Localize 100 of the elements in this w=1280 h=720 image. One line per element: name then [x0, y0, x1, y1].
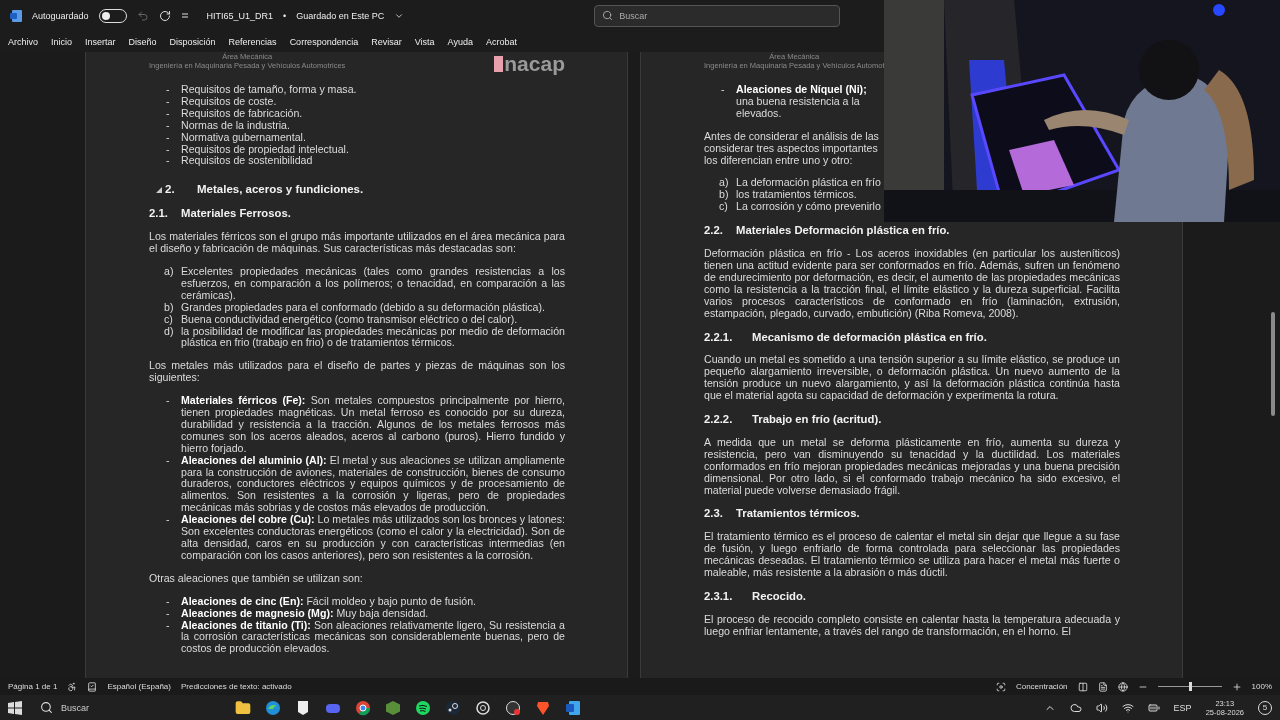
record-icon[interactable]	[505, 699, 521, 716]
list-item-text: Grandes propiedades para el conformado (debido a su deformación plástica).	[181, 301, 546, 314]
proofing-icon[interactable]	[87, 681, 98, 692]
list-marker: -	[165, 119, 171, 132]
list-marker: -	[165, 454, 171, 468]
list-item-text: Materiales férricos (Fe): Son metales compuestos principalmente por hierro, tienen propiedades magnéticas. Un metal ferroso es conocido por su dureza, durabilidad y resistencia a la tracción. Algunos de los metales ferrosos más comunes son los aceros aleados, aceros al carbono (puros). Hierro fundido y hierro forjado.	[181, 395, 565, 455]
cube-icon[interactable]	[385, 699, 401, 716]
list-marker: -	[165, 619, 171, 633]
search-icon[interactable]	[602, 10, 614, 21]
app-icon[interactable]	[10, 10, 22, 22]
focus-icon[interactable]	[995, 681, 1006, 692]
undo-icon[interactable]	[136, 10, 149, 22]
section-heading: 2.3.1. Recocido.	[704, 591, 806, 603]
text-predictions[interactable]: Predicciones de texto: activado	[180, 682, 292, 691]
globe-icon[interactable]	[355, 699, 371, 716]
list-item-text: Aleaciones del cobre (Cu): Lo metales más utilizados son los bronces y latones: Son excelentes conductoras energéticos (como el calor y la electricidad). Son de alta densidad, caros en su producción y con características intermedias (en comparación con los casos anteriores), pero son resistentes a la corrosión.	[181, 514, 565, 562]
paragraph: Otras aleaciones que también se utilizan son:	[149, 572, 364, 585]
volume-icon[interactable]	[1095, 701, 1108, 714]
list-marker: -	[165, 143, 171, 156]
list-marker: -	[165, 131, 171, 144]
list-marker: a)	[718, 177, 730, 190]
paragraph: El tratamiento térmico es el proceso de calentar el metal sin dejar que llegue a su fase de fusión, y luego enfriarlo de forma controlada para seleccionar las propiedades mecánicas deseadas. El tratamiento térmico se utiliza para hacer el metal más fuerte o maleable, más resistente a la abrasión o más dúctil.	[704, 531, 1120, 579]
list-marker: -	[720, 84, 726, 97]
list-marker: a)	[163, 265, 175, 279]
page-count[interactable]: Página 1 de 1	[8, 682, 58, 691]
network-icon[interactable]	[1121, 701, 1134, 714]
chevron-down-icon[interactable]	[394, 11, 405, 21]
section-heading: 2.3. Tratamientos térmicos.	[704, 508, 860, 521]
list-marker: c)	[163, 313, 174, 326]
list-marker: -	[165, 395, 171, 409]
list-item-text: La deformación plástica en frío	[736, 177, 882, 190]
section-heading: 2.1. Materiales Ferrosos.	[149, 208, 291, 221]
autosave-label: Autoguardado	[32, 11, 89, 21]
menu-item[interactable]: Correspondencia	[289, 37, 359, 47]
read-mode-icon[interactable]	[1077, 681, 1088, 692]
start-icon[interactable]	[8, 700, 22, 715]
list-item-text: Buena conductividad energético (como transmisor eléctrico o del calor).	[181, 313, 518, 326]
document-title[interactable]: HITI65_U1_DR1	[206, 11, 274, 21]
list-item-text: La corrosión y cómo prevenirlo	[736, 201, 882, 214]
section-heading: 2.2. Materiales Deformación plástica en frío.	[704, 225, 950, 238]
language[interactable]: Español (España)	[107, 682, 171, 691]
taskbar-search[interactable]: Buscar	[36, 695, 221, 720]
accessibility-icon[interactable]	[67, 681, 78, 692]
zoom-level[interactable]: 100%	[1251, 682, 1272, 691]
section-heading: 2.2.1. Mecanismo de deformación plástica en frío.	[704, 331, 987, 344]
list-item-text: Excelentes propiedades mecánicas (tales como grandes resistencias a los esfuerzos, en comparación a los polímeros; o tenacidad, en comparación a las cerámicas).	[181, 265, 565, 302]
folder-icon[interactable]	[235, 699, 251, 716]
search-icon[interactable]	[40, 701, 53, 714]
list-marker: d)	[163, 325, 175, 339]
logo: nacap	[494, 54, 565, 74]
document-icon[interactable]	[565, 699, 581, 716]
list-item-text: Requisitos de tamaño, forma y masa.	[181, 84, 358, 96]
search-field[interactable]: Buscar	[594, 5, 841, 27]
battery-icon[interactable]	[1147, 701, 1160, 714]
menu-item[interactable]: Insertar	[85, 37, 116, 47]
menu-item[interactable]: Revisar	[371, 37, 402, 47]
separator-dot: •	[283, 11, 287, 21]
save-status[interactable]: Guardado en Este PC	[296, 11, 385, 21]
list-marker: b)	[718, 189, 730, 202]
shield-icon[interactable]	[295, 699, 311, 716]
list-item-text: Requisitos de sostenibilidad	[181, 155, 314, 168]
focus-mode[interactable]: Concentración	[1015, 682, 1068, 691]
menu-item[interactable]: Acrobat	[485, 37, 517, 47]
list-item-text: Normas de la industria.	[181, 119, 291, 132]
list-item-text: Aleaciones del aluminio (Al): El metal y sus aleaciones se utilizan ampliamente para la construcción de aviones, materiales de construcción, bienes de consumo duraderos, conductores eléctricos y equipos químicos y de procesamiento de alimentos. Son resistentes a la corrosión y ligeras, pero de propiedades mecánicas más sobrias y de costos más elevados de producción.	[181, 454, 565, 515]
menu-item[interactable]: Referencias	[228, 37, 277, 47]
input-language[interactable]: ESP	[1173, 702, 1192, 713]
list-marker: c)	[718, 201, 729, 214]
collapse-triangle-icon[interactable]	[156, 187, 162, 194]
sound-waves-icon[interactable]	[415, 699, 431, 716]
menu-item[interactable]: Vista	[414, 37, 435, 47]
paragraph: Cuando un metal es sometido a una tensión superior a su límite elástico, se produce un pequeño alargamiento irreversible, o deformación plástica. Un nuevo aumento de la tensión produce un nuevo alargamiento, y así la deformación plástica continúa hasta que el material agota su capacidad de deformación y experimenta la rotura.	[704, 354, 1120, 403]
zoom-in-icon[interactable]	[1231, 681, 1242, 692]
redo-icon[interactable]	[158, 10, 171, 22]
paragraph: El proceso de recocido completo consiste en calentar hasta la temperatura adecuada y luego enfriar lentamente, a través del rango de transformación, en el horno. El	[704, 613, 1120, 638]
list-marker: -	[165, 155, 171, 168]
cloud-icon[interactable]	[1069, 701, 1082, 714]
list-item-text: Aleaciones de magnesio (Mg): Muy baja densidad.	[181, 607, 430, 620]
list-item-text: Aleaciones de Níquel (Ni); una buena resistencia a la elevados.	[736, 84, 868, 120]
menu-item[interactable]: Disposición	[169, 37, 216, 47]
paragraph: Antes de considerar el análisis de las considerar tres aspectos importantes los diferencian entre uno y otro:	[704, 130, 880, 167]
list-item-text: los tratamientos térmicos.	[736, 189, 858, 202]
paragraph: Deformación plástica en frío - Los aceros inoxidables (en particular los austeníticos) tienen una actitud evidente para ser conformados en frío. Además, sufren un fenómeno de endurecimiento por deformación, es decir, el aumento de las propiedades mecánicas como la resistencia a la tracción final, el límite elástico y la dureza superficial. Facilita varios procesos característicos de conformado en frío (laminación, extrusión, estampación, plegado, curvado, embutición) (Riba Romeva, 2008).	[704, 248, 1120, 320]
menu-item[interactable]: Ayuda	[447, 37, 473, 47]
customize-icon[interactable]	[180, 12, 189, 20]
web-layout-icon[interactable]	[1117, 681, 1128, 692]
menu-item[interactable]: Diseño	[128, 37, 157, 47]
scrollbar[interactable]	[1271, 312, 1275, 416]
paragraph: A medida que un metal se deforma plásticamente en frío, aumenta su dureza y resistencia, pero van disminuyendo su tenacidad y la ductilidad. Los materiales conformados en frío mejoran propiedades mecánicas mejoradas y una buena precisión dimensional. Por otro lado, si el conformado trabajo mecánico ha sido excesivo, el material puede volverse demasiado frágil.	[704, 436, 1120, 497]
print-layout-icon[interactable]	[1097, 681, 1108, 692]
menu-item[interactable]: Inicio	[51, 37, 73, 47]
list-marker: -	[165, 595, 171, 608]
list-marker: b)	[163, 301, 175, 314]
list-item-text: Requisitos de fabricación.	[181, 107, 304, 120]
list-item-text: Aleaciones de titanio (Ti): Son aleaciones relativamente ligero, Su resistencia a la corrosión características mecánicas son considerablemente buenas, pero de costos de producción elevados.	[181, 619, 565, 656]
list-item-text: Aleaciones de cinc (En): Fácil moldeo y bajo punto de fusión.	[181, 595, 477, 608]
paragraph: Los materiales férricos son el grupo más importante utilizados en el área mecánica para el diseño y fabricación de máquinas. Sus características más destacadas son:	[149, 231, 565, 255]
menu-item[interactable]: Archivo	[8, 37, 38, 47]
list-item-text: la posibilidad de modificar las propiedades mecánicas por medio de deformación plástica en frio (trabajo en frio) o de tratamientos térmicos.	[181, 325, 565, 350]
list-marker: -	[165, 107, 171, 120]
